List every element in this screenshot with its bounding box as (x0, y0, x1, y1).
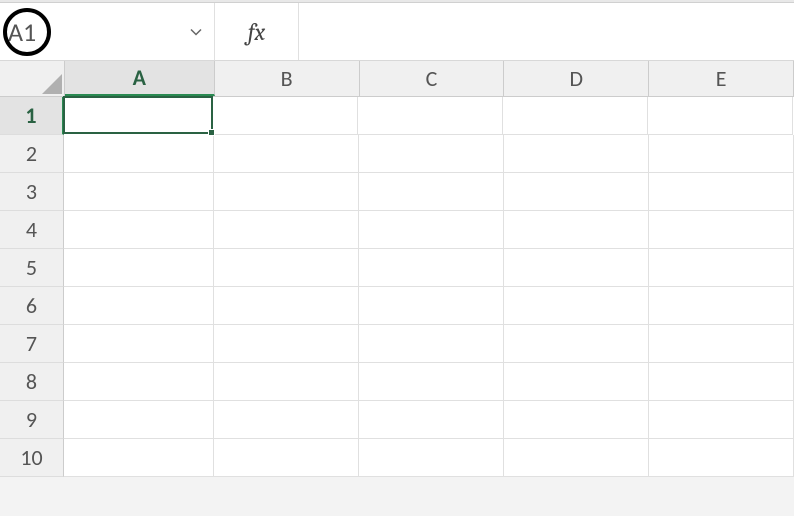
cell-B8[interactable] (214, 363, 359, 401)
row-header-2[interactable]: 2 (0, 135, 64, 173)
fill-handle[interactable] (208, 129, 215, 136)
select-all-triangle-icon (42, 74, 62, 94)
cell-row (64, 325, 794, 363)
cell-A5[interactable] (64, 249, 214, 287)
name-box[interactable]: A1 (0, 3, 215, 60)
cell-D7[interactable] (504, 325, 649, 363)
cell-E8[interactable] (649, 363, 794, 401)
cell-D10[interactable] (504, 439, 649, 477)
column-header-B[interactable]: B (215, 61, 360, 96)
cell-C2[interactable] (359, 135, 504, 173)
cell-D9[interactable] (504, 401, 649, 439)
cell-D3[interactable] (504, 173, 649, 211)
insert-function-button[interactable]: fx (215, 3, 299, 60)
cell-C7[interactable] (359, 325, 504, 363)
row-header-1[interactable]: 1 (0, 97, 64, 135)
cell-B7[interactable] (214, 325, 359, 363)
cell-C5[interactable] (359, 249, 504, 287)
cell-row (64, 97, 794, 135)
cell-E9[interactable] (649, 401, 794, 439)
cell-B5[interactable] (214, 249, 359, 287)
cells-area (64, 97, 794, 477)
cell-row (64, 173, 794, 211)
cell-B4[interactable] (214, 211, 359, 249)
row-header-5[interactable]: 5 (0, 249, 64, 287)
row-header-10[interactable]: 10 (0, 439, 64, 477)
cell-row (64, 401, 794, 439)
cell-B6[interactable] (214, 287, 359, 325)
cell-D4[interactable] (504, 211, 649, 249)
cell-B10[interactable] (214, 439, 359, 477)
fx-icon: fx (248, 18, 266, 46)
row-header-8[interactable]: 8 (0, 363, 64, 401)
cell-C3[interactable] (359, 173, 504, 211)
cell-D2[interactable] (504, 135, 649, 173)
column-header-A[interactable]: A (65, 61, 215, 96)
column-header-E[interactable]: E (649, 61, 794, 96)
cell-E2[interactable] (649, 135, 794, 173)
cell-E1[interactable] (648, 97, 793, 135)
grid-body: 1 2 3 4 5 6 7 8 9 10 (0, 97, 794, 477)
cell-D5[interactable] (504, 249, 649, 287)
row-header-3[interactable]: 3 (0, 173, 64, 211)
column-header-D[interactable]: D (504, 61, 649, 96)
cell-E10[interactable] (649, 439, 794, 477)
cell-row (64, 211, 794, 249)
name-box-value: A1 (8, 16, 36, 48)
select-all-corner[interactable] (0, 61, 65, 96)
cell-C8[interactable] (359, 363, 504, 401)
cell-E5[interactable] (649, 249, 794, 287)
cell-C10[interactable] (359, 439, 504, 477)
column-headers-row: A B C D E (0, 61, 794, 97)
row-header-4[interactable]: 4 (0, 211, 64, 249)
cell-row (64, 439, 794, 477)
spreadsheet-grid: A B C D E 1 2 3 4 5 6 7 8 9 10 (0, 61, 794, 477)
row-headers: 1 2 3 4 5 6 7 8 9 10 (0, 97, 64, 477)
cell-E4[interactable] (649, 211, 794, 249)
row-header-7[interactable]: 7 (0, 325, 64, 363)
cell-E3[interactable] (649, 173, 794, 211)
cell-A10[interactable] (64, 439, 214, 477)
column-header-C[interactable]: C (360, 61, 505, 96)
cell-B2[interactable] (214, 135, 359, 173)
cell-A3[interactable] (64, 173, 214, 211)
cell-D1[interactable] (503, 97, 648, 135)
row-header-9[interactable]: 9 (0, 401, 64, 439)
cell-row (64, 363, 794, 401)
cell-A6[interactable] (64, 287, 214, 325)
cell-row (64, 249, 794, 287)
cell-A9[interactable] (64, 401, 214, 439)
cell-B9[interactable] (214, 401, 359, 439)
cell-A2[interactable] (64, 135, 214, 173)
cell-C9[interactable] (359, 401, 504, 439)
cell-A1[interactable] (63, 96, 213, 134)
formula-bar: A1 fx (0, 3, 794, 61)
cell-D8[interactable] (504, 363, 649, 401)
cell-B1[interactable] (213, 97, 358, 135)
cell-D6[interactable] (504, 287, 649, 325)
cell-A8[interactable] (64, 363, 214, 401)
cell-A4[interactable] (64, 211, 214, 249)
cell-row (64, 135, 794, 173)
cell-C4[interactable] (359, 211, 504, 249)
cell-C1[interactable] (358, 97, 503, 135)
chevron-down-icon[interactable] (186, 19, 206, 44)
cell-E6[interactable] (649, 287, 794, 325)
formula-input[interactable] (299, 3, 794, 60)
cell-E7[interactable] (649, 325, 794, 363)
cell-B3[interactable] (214, 173, 359, 211)
cell-row (64, 287, 794, 325)
row-header-6[interactable]: 6 (0, 287, 64, 325)
cell-C6[interactable] (359, 287, 504, 325)
cell-A7[interactable] (64, 325, 214, 363)
